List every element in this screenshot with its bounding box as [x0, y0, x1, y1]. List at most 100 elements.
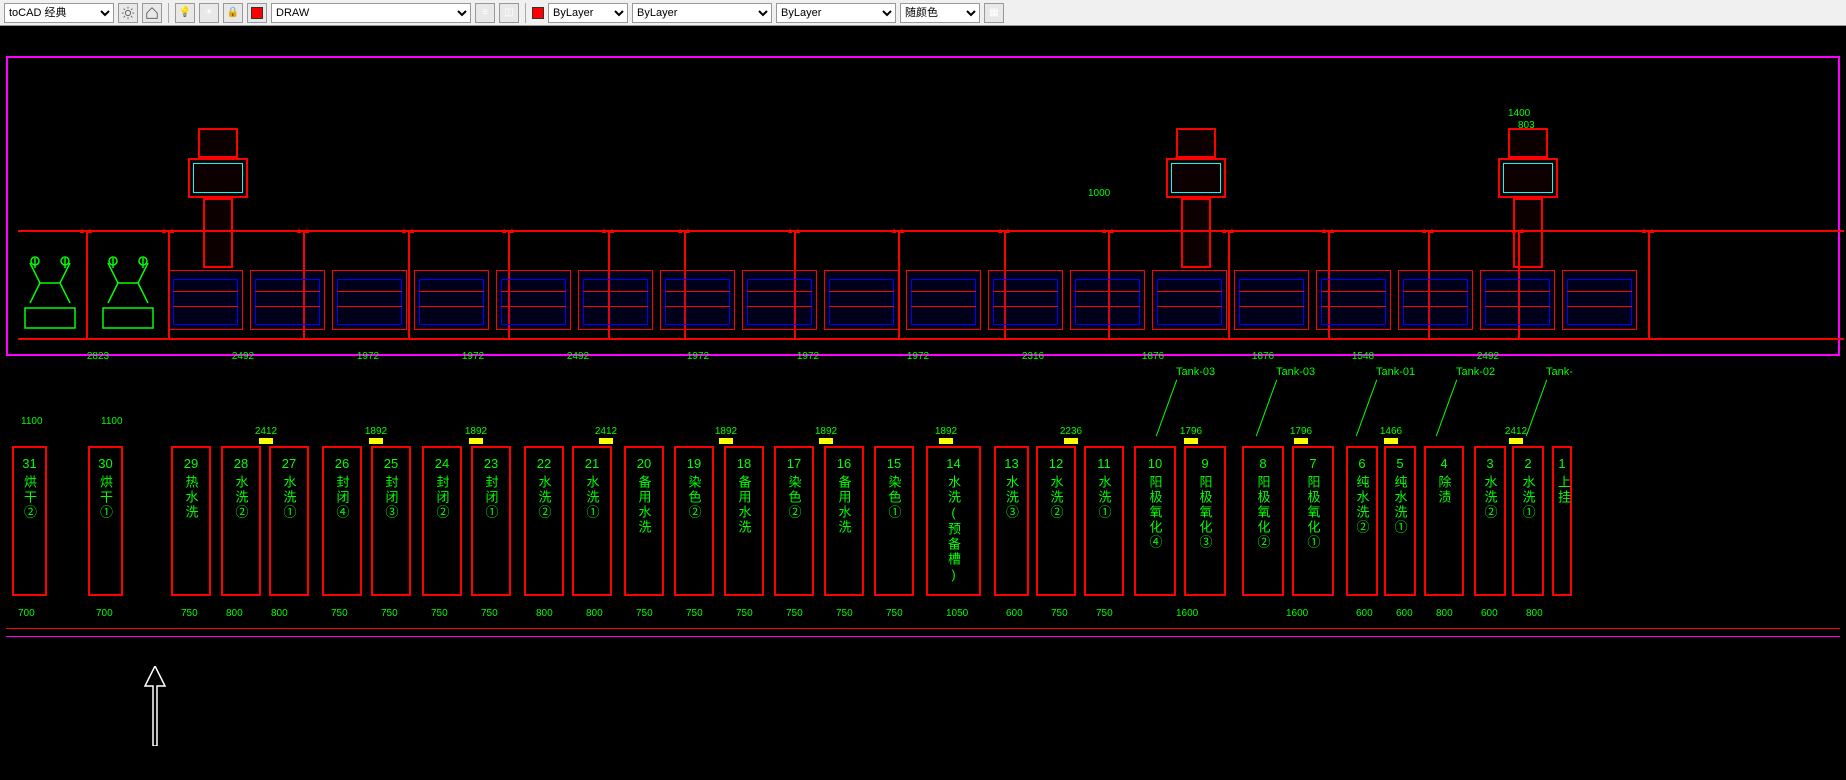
layer-iso-icon[interactable]: ◫ — [499, 3, 519, 23]
tank-number: 30 — [90, 456, 121, 471]
dimension-value: 700 — [18, 608, 35, 619]
dimension-value: 1400 — [1508, 108, 1530, 119]
elevation-tank — [1070, 270, 1145, 330]
dimension-value: 800 — [271, 608, 288, 619]
dimension-value: 2236 — [1016, 426, 1126, 437]
process-tank: 29热水洗 — [171, 446, 211, 596]
process-tank: 6纯水洗② — [1346, 446, 1378, 596]
elevation-tank — [332, 270, 407, 330]
tank-label: 热水洗 — [182, 475, 201, 520]
elevation-view: ▲▲▲▲▲▲▲▲▲▲▲▲▲▲▲▲▲▲▲▲▲▲▲▲▲▲▲▲▲▲▲▲ 2823249… — [6, 56, 1840, 356]
elevation-tank — [250, 270, 325, 330]
dimension-value: 1972 — [907, 351, 929, 362]
support-post — [1648, 230, 1650, 338]
dimension-value: 750 — [636, 608, 653, 619]
lock-icon[interactable]: 🔒 — [223, 3, 243, 23]
process-tank: 5纯水洗① — [1384, 446, 1416, 596]
elevation-tank — [824, 270, 899, 330]
elevation-tank — [168, 270, 243, 330]
gear-icon[interactable] — [118, 3, 138, 23]
elevation-tank — [906, 270, 981, 330]
dimension-value: 1892 — [436, 426, 516, 437]
layer-color-icon[interactable] — [247, 3, 267, 23]
process-tank: 15染色① — [874, 446, 914, 596]
lineweight-select[interactable]: ByLayer — [776, 3, 896, 23]
post-marker: ▲▲ — [989, 226, 1019, 235]
dimension-value: 750 — [1096, 608, 1113, 619]
tank-label: 水洗(预备槽) — [944, 475, 963, 584]
plan-frame-bottom — [6, 636, 1840, 637]
reference-marker — [1184, 438, 1198, 444]
color-select[interactable]: ByLayer — [548, 3, 628, 23]
reference-marker — [1509, 438, 1523, 444]
lightbulb-icon[interactable]: 💡 — [175, 3, 195, 23]
tank-number: 4 — [1426, 456, 1462, 471]
process-tank: 11水洗① — [1084, 446, 1124, 596]
tank-number: 18 — [726, 456, 762, 471]
process-tank: 17染色② — [774, 446, 814, 596]
dimension-value: 750 — [836, 608, 853, 619]
process-tank: 31烘干② — [12, 446, 47, 596]
tank-number: 14 — [928, 456, 979, 471]
elevation-tank — [1562, 270, 1637, 330]
tank-callout: Tank-03 — [1176, 366, 1215, 378]
tank-number: 24 — [424, 456, 460, 471]
tank-number: 3 — [1476, 456, 1504, 471]
plotcolor-select[interactable]: 随颜色 — [900, 3, 980, 23]
tank-number: 28 — [223, 456, 259, 471]
dimension-value: 750 — [181, 608, 198, 619]
dimension-value: 750 — [331, 608, 348, 619]
process-tank: 23封闭① — [471, 446, 511, 596]
tank-label: 纯水洗② — [1353, 475, 1372, 535]
tank-callout: Tank- — [1546, 366, 1573, 378]
post-marker: ▲▲ — [71, 226, 101, 235]
process-tank: 26封闭④ — [322, 446, 362, 596]
dimension-value: 800 — [1526, 608, 1543, 619]
dimension-value: 2823 — [87, 351, 109, 362]
dimension-value: 750 — [886, 608, 903, 619]
tank-label: 封闭④ — [333, 475, 352, 520]
process-tank: 12水洗② — [1036, 446, 1076, 596]
process-tank: 20备用水洗 — [624, 446, 664, 596]
tank-label: 阳极氧化① — [1304, 475, 1323, 550]
elevation-tank — [1398, 270, 1473, 330]
reference-marker — [369, 438, 383, 444]
layer-select[interactable]: DRAW — [271, 3, 471, 23]
drawing-canvas[interactable]: ▲▲▲▲▲▲▲▲▲▲▲▲▲▲▲▲▲▲▲▲▲▲▲▲▲▲▲▲▲▲▲▲ 2823249… — [0, 26, 1846, 780]
tank-number: 1 — [1554, 456, 1570, 471]
tank-callout: Tank-03 — [1276, 366, 1315, 378]
post-marker: ▲▲ — [1633, 226, 1663, 235]
props-icon[interactable]: ▦ — [984, 3, 1004, 23]
tank-label: 水洗② — [232, 475, 251, 520]
dimension-value: 1892 — [786, 426, 866, 437]
frame-border-top — [0, 26, 1834, 46]
elevation-tank — [496, 270, 571, 330]
elevation-tank — [578, 270, 653, 330]
dimension-value: 1050 — [946, 608, 968, 619]
tank-label: 水洗① — [583, 475, 602, 520]
home-icon[interactable] — [142, 3, 162, 23]
dimension-value: 600 — [1481, 608, 1498, 619]
layer-states-icon[interactable]: ≡ — [475, 3, 495, 23]
tank-label: 水洗① — [1095, 475, 1114, 520]
tank-number: 20 — [626, 456, 662, 471]
workspace-select[interactable]: toCAD 经典 — [4, 3, 114, 23]
elevation-tank — [1152, 270, 1227, 330]
dimension-value: 1600 — [1286, 608, 1308, 619]
dimension-value: 1972 — [357, 351, 379, 362]
process-tank: 14 水洗(预备槽) — [926, 446, 981, 596]
process-tank: 1上挂 — [1552, 446, 1572, 596]
tank-number: 8 — [1244, 456, 1282, 471]
post-marker: ▲▲ — [1413, 226, 1443, 235]
elevation-tank — [660, 270, 735, 330]
dimension-value: 800 — [536, 608, 553, 619]
post-marker: ▲▲ — [883, 226, 913, 235]
main-toolbar: toCAD 经典 💡 ☀ 🔒 DRAW ≡ ◫ ByLayer ByLayer … — [0, 0, 1846, 26]
tank-label: 备用水洗 — [835, 475, 854, 535]
dimension-value: 800 — [1436, 608, 1453, 619]
dimension-value: 2492 — [232, 351, 254, 362]
overhead-crane — [1156, 128, 1236, 268]
linetype-select[interactable]: ByLayer — [632, 3, 772, 23]
sun-icon[interactable]: ☀ — [199, 3, 219, 23]
dimension-value: 800 — [586, 608, 603, 619]
